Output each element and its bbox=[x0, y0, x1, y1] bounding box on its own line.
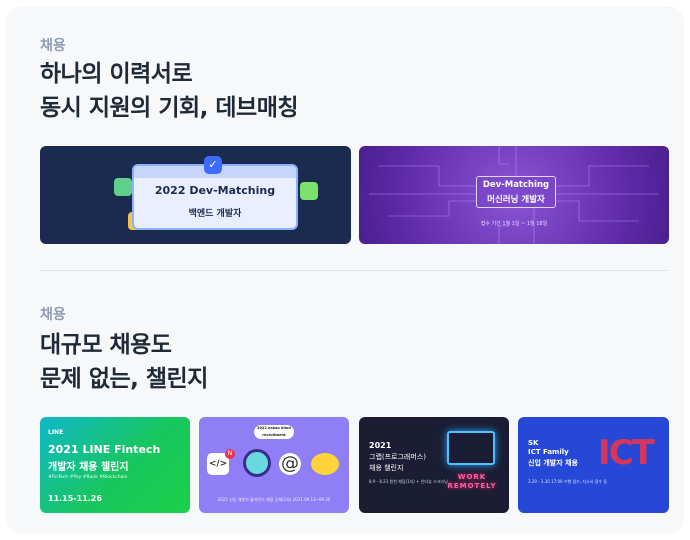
section-label: 채용 bbox=[40, 38, 66, 54]
card-footer: 2022 신입 개발자 블라인드 채용 공채(1차) 2021.09.13~09… bbox=[217, 497, 331, 502]
section-label: 채용 bbox=[40, 307, 66, 323]
cube-icon bbox=[300, 182, 318, 200]
headline-line: 동시 지원의 기회, 데브매칭 bbox=[40, 95, 299, 121]
headline-line: 하나의 이력서로 bbox=[40, 61, 193, 87]
dev-matching-backend-card[interactable]: 2022 Dev-Matching 백엔드 개발자 ✓ bbox=[40, 146, 351, 244]
card-year: 2021 bbox=[369, 441, 392, 450]
monitor-icon bbox=[447, 431, 495, 465]
card-brand: LINE bbox=[48, 429, 64, 436]
card-title: ICT Family bbox=[528, 448, 569, 456]
cube-icon bbox=[114, 178, 132, 196]
card-subtitle: 백엔드 개발자 bbox=[188, 209, 242, 219]
card-brand: SK bbox=[528, 439, 539, 447]
grab-challenge-card[interactable]: 2021 그랩(프로그래머스) 채용 챌린지 8.9 - 8.23 원천 채팅(… bbox=[359, 417, 509, 513]
checkmark-icon: ✓ bbox=[204, 156, 222, 174]
ict-art: ICT bbox=[598, 433, 655, 473]
card-title: Dev-Matching bbox=[482, 180, 550, 190]
card-subtitle: 신입 개발자 채용 bbox=[528, 459, 578, 467]
section-headline: 하나의 이력서로 동시 지원의 기회, 데브매칭 bbox=[40, 57, 299, 125]
ml-title-box: Dev-Matching 머신러닝 개발자 bbox=[476, 176, 556, 208]
line-fintech-challenge-card[interactable]: LINE 2021 LINE Fintech 개발자 채용 챌린지 #FinTe… bbox=[40, 417, 190, 513]
dev-matching-ml-card[interactable]: Dev-Matching 머신러닝 개발자 접수 기간 1월 1일 ~ 1월 1… bbox=[359, 146, 669, 244]
card-subtitle: 머신러닝 개발자 bbox=[487, 195, 545, 205]
magnifier-icon bbox=[243, 449, 271, 477]
speech-bubble: 2022 kakao blind recruitment bbox=[254, 425, 294, 439]
headline-line: 대규모 채용도 bbox=[40, 332, 172, 358]
headline-line: 문제 없는, 챌린지 bbox=[40, 366, 208, 392]
kakao-blind-recruitment-card[interactable]: 2022 kakao blind recruitment </> N @ 202… bbox=[199, 417, 349, 513]
card-info: 8.9 - 8.23 원천 채팅(1차) + 인터뷰 스크리닝 bbox=[369, 479, 448, 484]
notification-badge-icon: N bbox=[225, 449, 235, 459]
card-tags: #FinTech #Pay #Bank #Blockchain bbox=[48, 475, 128, 480]
card-title: 그랩(프로그래머스) bbox=[369, 453, 426, 461]
chat-bubble-icon bbox=[311, 453, 339, 475]
sk-ict-family-card[interactable]: ICT SK ICT Family 신입 개발자 채용 3.29 - 3.30 … bbox=[518, 417, 669, 513]
card-info: 3.29 - 3.30 17:00 수행 접수, 자소서 접수 등 bbox=[528, 479, 608, 484]
card-dates: 11.15-11.26 bbox=[48, 494, 102, 503]
card-title: 2022 Dev-Matching bbox=[154, 184, 276, 197]
section-divider bbox=[40, 270, 668, 271]
neon-sign: WORK REMOTELY bbox=[447, 473, 497, 490]
card-subtitle: 채용 챌린지 bbox=[369, 464, 404, 472]
section-headline: 대규모 채용도 문제 없는, 챌린지 bbox=[40, 328, 208, 396]
at-sign-icon: @ bbox=[279, 453, 301, 475]
card-subtitle: 개발자 채용 챌린지 bbox=[48, 462, 129, 473]
card-period: 접수 기간 1월 1일 ~ 1월 18일 bbox=[480, 221, 548, 227]
card-title: 2021 LINE Fintech bbox=[48, 443, 161, 456]
